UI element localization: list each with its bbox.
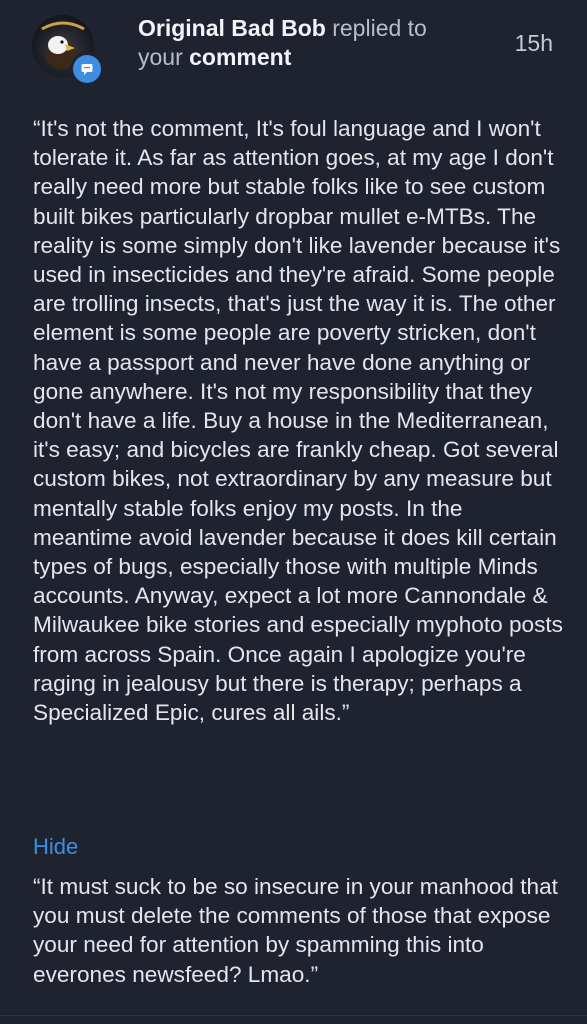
comment-link[interactable]: comment: [189, 44, 291, 70]
hide-button[interactable]: Hide: [33, 834, 78, 860]
divider: [0, 1015, 587, 1016]
timestamp: 15h: [514, 30, 553, 56]
action-text: replied to: [332, 15, 427, 41]
username-link[interactable]: Original Bad Bob: [138, 15, 326, 41]
comment-icon: [73, 55, 101, 83]
reply-body[interactable]: “It's not the comment, It's foul languag…: [33, 114, 563, 727]
original-comment[interactable]: “It must suck to be so insecure in your …: [33, 872, 563, 989]
comment-badge: [70, 52, 104, 86]
notification-item[interactable]: Original Bad Bob replied to your comment…: [0, 0, 587, 1024]
avatar[interactable]: [32, 15, 104, 86]
notification-header: Original Bad Bob replied to your comment: [138, 14, 468, 72]
your-text: your: [138, 44, 183, 70]
